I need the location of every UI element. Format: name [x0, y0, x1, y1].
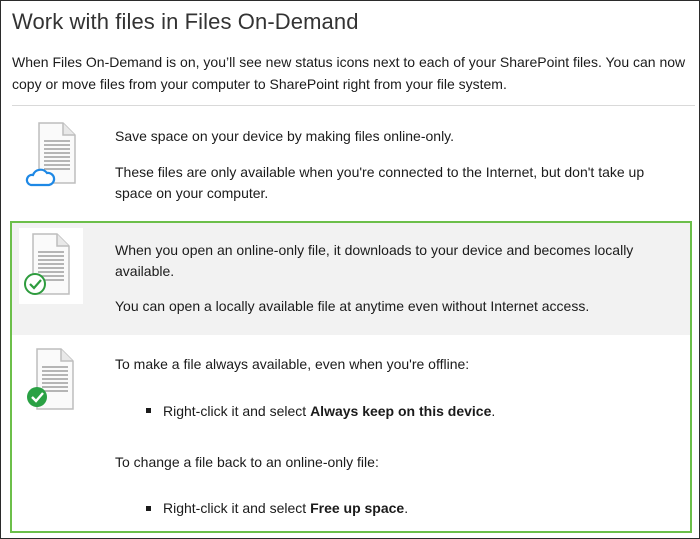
page-title: Work with files in Files On-Demand — [12, 9, 359, 34]
page-frame: Work with files in Files On-Demand When … — [0, 0, 700, 539]
always-available-file-icon — [19, 345, 83, 422]
bullet-always-keep: Right-click it and select Always keep on… — [163, 403, 496, 419]
bullet-marker — [146, 408, 151, 413]
section-2-line-1: When you open an online-only file, it do… — [115, 242, 634, 279]
free-up-space-label: Free up space — [310, 500, 405, 516]
section-1-line-1: Save space on your device by making file… — [115, 128, 455, 144]
locally-available-file-icon — [19, 228, 83, 309]
section-3-line-2: To change a file back to an online-only … — [115, 454, 379, 470]
bullet-free-up-space: Right-click it and select Free up space. — [163, 500, 409, 516]
online-only-file-icon — [25, 119, 81, 196]
bullet-marker — [146, 506, 151, 511]
intro-text: When Files On-Demand is on, you’ll see n… — [12, 54, 686, 92]
divider — [12, 105, 695, 106]
section-3-line-1: To make a file always available, even wh… — [115, 356, 470, 372]
section-2-line-2: You can open a locally available file at… — [115, 298, 590, 314]
section-1-line-2: These files are only available when you'… — [115, 164, 645, 201]
always-keep-on-device-label: Always keep on this device — [310, 403, 492, 419]
